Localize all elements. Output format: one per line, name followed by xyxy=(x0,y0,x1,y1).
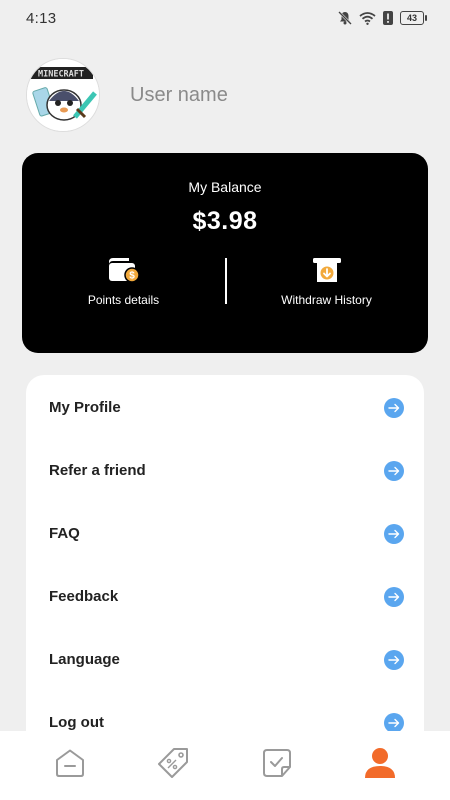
menu-item-label: FAQ xyxy=(49,525,80,542)
coupon-tag-icon xyxy=(156,747,190,784)
battery-level: 43 xyxy=(406,13,417,23)
menu-card: My Profile Refer a friend FAQ Feedback L… xyxy=(26,375,424,755)
battery-icon: 43 xyxy=(400,11,427,25)
bottom-nav xyxy=(0,731,450,800)
avatar-image: MINECRAFT xyxy=(27,59,99,131)
nav-tasks[interactable] xyxy=(247,741,307,791)
status-icons: 43 xyxy=(337,10,427,26)
arrow-right-icon[interactable] xyxy=(384,712,404,733)
withdraw-history-label: Withdraw History xyxy=(281,293,372,307)
menu-item-label: Refer a friend xyxy=(49,462,146,479)
arrow-right-icon[interactable] xyxy=(384,460,404,481)
nav-coupons[interactable] xyxy=(143,741,203,791)
alert-icon xyxy=(382,10,394,26)
task-check-icon xyxy=(261,747,293,784)
menu-item-faq[interactable]: FAQ xyxy=(26,502,424,565)
menu-item-language[interactable]: Language xyxy=(26,628,424,691)
arrow-right-icon[interactable] xyxy=(384,586,404,607)
avatar[interactable]: MINECRAFT xyxy=(26,58,100,132)
nav-home[interactable] xyxy=(40,741,100,791)
withdraw-history-button[interactable]: Withdraw History xyxy=(225,257,428,307)
status-time: 4:13 xyxy=(26,9,57,27)
balance-label: My Balance xyxy=(188,179,262,195)
menu-item-refer-a-friend[interactable]: Refer a friend xyxy=(26,439,424,502)
menu-item-label: My Profile xyxy=(49,399,121,416)
username[interactable]: User name xyxy=(130,84,228,107)
status-bar: 4:13 43 xyxy=(0,0,450,36)
arrow-right-icon[interactable] xyxy=(384,649,404,670)
points-details-button[interactable]: $ Points details xyxy=(22,257,225,307)
arrow-right-icon[interactable] xyxy=(384,397,404,418)
menu-item-feedback[interactable]: Feedback xyxy=(26,565,424,628)
menu-item-label: Log out xyxy=(49,714,104,731)
balance-value: $3.98 xyxy=(192,207,258,235)
withdraw-icon xyxy=(312,257,342,283)
avatar-caption: MINECRAFT xyxy=(38,70,84,80)
menu-item-label: Feedback xyxy=(49,588,119,605)
points-details-label: Points details xyxy=(87,293,160,307)
arrow-right-icon[interactable] xyxy=(384,523,404,544)
balance-card: My Balance $3.98 $ Points details Withdr… xyxy=(22,153,428,353)
menu-item-my-profile[interactable]: My Profile xyxy=(26,376,424,439)
menu-item-label: Language xyxy=(49,651,120,668)
svg-text:$: $ xyxy=(129,271,135,282)
bell-muted-icon xyxy=(337,10,353,26)
wifi-icon xyxy=(359,11,376,25)
nav-profile[interactable] xyxy=(350,741,410,791)
balance-divider xyxy=(225,258,227,304)
home-icon xyxy=(54,748,86,783)
profile-header: MINECRAFT User name xyxy=(26,58,228,132)
user-icon xyxy=(363,747,397,784)
wallet-icon: $ xyxy=(107,257,141,283)
